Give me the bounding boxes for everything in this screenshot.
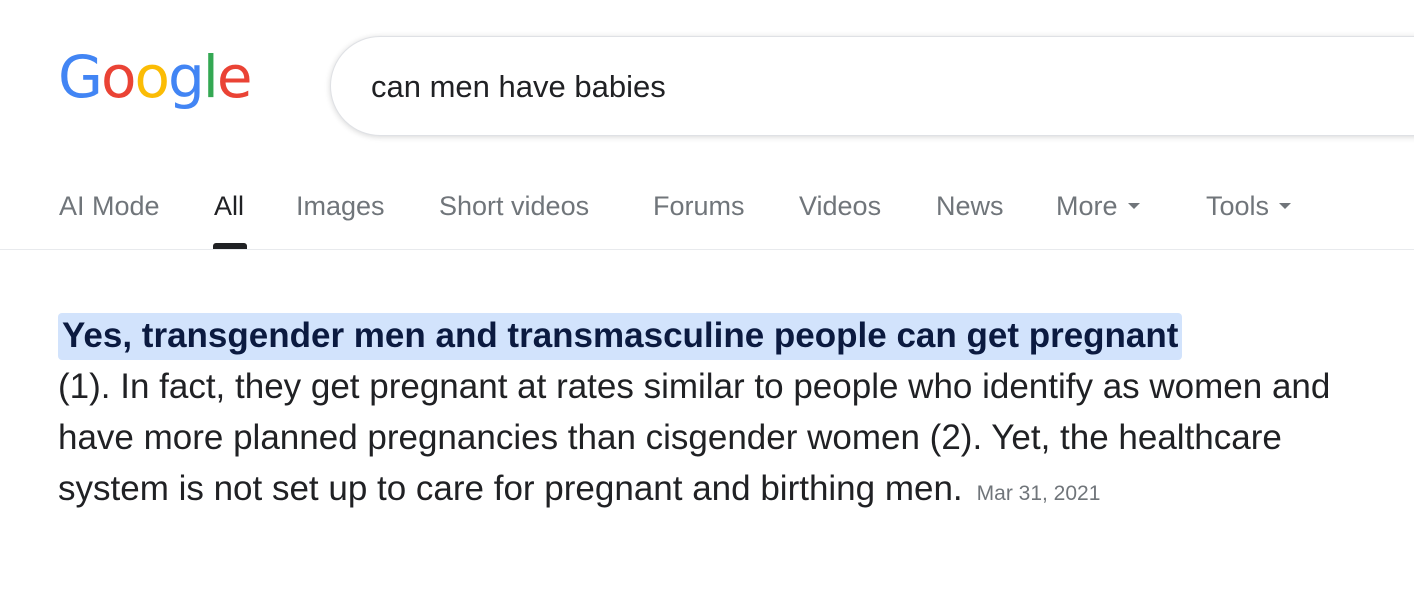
tab-more[interactable]: More [1056, 191, 1140, 222]
featured-snippet: Yes, transgender men and transmasculine … [58, 310, 1378, 519]
chevron-down-icon [1127, 202, 1140, 209]
chevron-down-icon [1279, 202, 1292, 209]
tab-images[interactable]: Images [296, 191, 385, 222]
search-results-page: Google AI Mode All Images Short videos F… [0, 0, 1414, 610]
tab-tools[interactable]: Tools [1206, 191, 1292, 222]
tab-all[interactable]: All [214, 191, 244, 222]
search-tabs: AI Mode All Images Short videos Forums V… [0, 0, 1414, 251]
tab-tools-label: Tools [1206, 191, 1270, 221]
snippet-highlight: Yes, transgender men and transmasculine … [58, 313, 1183, 360]
tab-short-videos[interactable]: Short videos [439, 191, 589, 222]
snippet-date: Mar 31, 2021 [976, 482, 1101, 505]
snippet-body: (1). In fact, they get pregnant at rates… [58, 367, 1331, 508]
tab-more-label: More [1056, 191, 1118, 221]
tab-videos[interactable]: Videos [799, 191, 881, 222]
tab-ai-mode[interactable]: AI Mode [59, 191, 160, 222]
tabs-divider [0, 249, 1414, 250]
tab-news[interactable]: News [936, 191, 1004, 222]
tab-forums[interactable]: Forums [653, 191, 745, 222]
